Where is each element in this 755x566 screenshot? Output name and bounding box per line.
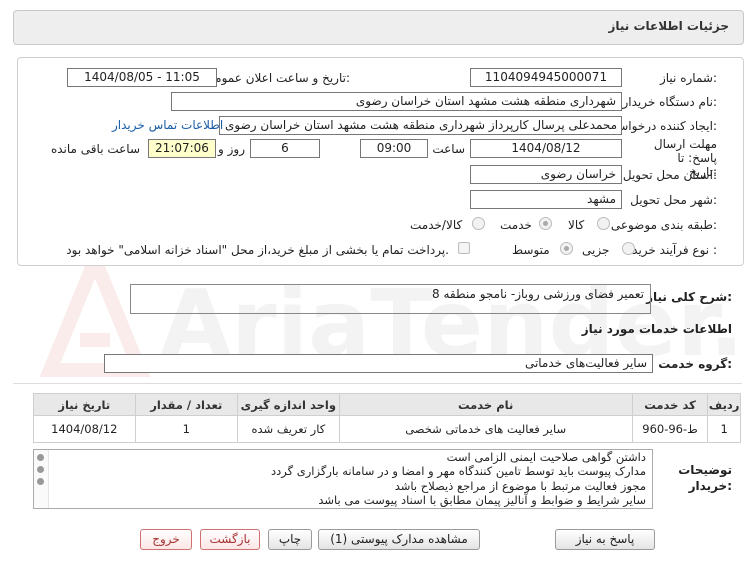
print-button[interactable]: چاپ [268, 529, 312, 550]
back-button[interactable]: بازگشت [200, 529, 260, 550]
city-label: شهر محل تحویل: [630, 193, 717, 207]
category-option-goods-radio[interactable] [597, 217, 610, 230]
note-line: مجوز فعالیت مرتبط با موضوع از مراجع ذیصل… [394, 479, 646, 493]
need-number-label: شماره نیاز: [659, 71, 717, 85]
process-option-medium-radio[interactable] [560, 242, 573, 255]
note-line: مدارک پیوست باید توسط تامین کنندگاه مهر … [271, 464, 646, 478]
deadline-time-field[interactable]: 09:00 [360, 139, 428, 158]
col-unit: واحد اندازه گیری [237, 393, 340, 416]
creator-label: ایجاد کننده درخواست: [606, 119, 717, 133]
note-line: سایر شرایط و ضوابط و آنالیز پیمان مطابق … [318, 493, 646, 507]
notes-scrollbar[interactable] [34, 450, 49, 508]
buyer-org-label: نام دستگاه خریدار: [622, 95, 718, 109]
need-details-panel [17, 57, 744, 266]
description-field[interactable]: تعمیر فضای ورزشی روباز- نامجو منطقه 8 [130, 284, 651, 314]
cell-need-date: 1404/08/12 [33, 415, 136, 443]
category-option-both-radio[interactable] [472, 217, 485, 230]
description-text: تعمیر فضای ورزشی روباز- نامجو منطقه 8 [432, 287, 644, 301]
announce-label: تاریخ و ساعت اعلان عمومی: [205, 71, 350, 85]
category-option-service-radio[interactable] [539, 217, 552, 230]
treasury-payment-note: پرداخت تمام یا بخشی از مبلغ خرید،از محل … [66, 243, 449, 257]
col-need-date: تاریخ نیاز [33, 393, 136, 416]
service-group-label: گروه خدمت: [658, 357, 732, 371]
exit-button[interactable]: خروج [140, 529, 192, 550]
treasury-payment-checkbox[interactable] [458, 242, 470, 254]
cell-service-name: سایر فعالیت های خدماتی شخصی [338, 415, 633, 443]
remaining-time-label: ساعت باقی مانده [50, 142, 140, 156]
need-number-field[interactable]: 1104094945000071 [470, 68, 622, 87]
col-row: ردیف [707, 393, 741, 416]
col-service-code: کد خدمت [631, 393, 709, 416]
cell-quantity: 1 [134, 415, 239, 443]
process-label: نوع فرآیند خرید : [632, 243, 717, 257]
buyer-notes-textarea[interactable]: داشتن گواهی صلاحیت ایمنی الزامی است مدار… [33, 449, 653, 509]
view-attachments-button[interactable]: مشاهده مدارک پیوستی (1) [318, 529, 480, 550]
province-field[interactable]: خراسان رضوی [470, 165, 622, 184]
category-option-service-label: خدمت [500, 218, 532, 232]
scroll-dot-icon [37, 478, 44, 485]
page-title: جزئیات اطلاعات نیاز [608, 19, 729, 33]
process-option-minor-radio[interactable] [622, 242, 635, 255]
deadline-time-label: ساعت [432, 142, 465, 156]
city-field[interactable]: مشهد [470, 190, 622, 209]
col-quantity: تعداد / مقدار [134, 393, 239, 416]
col-service-name: نام خدمت [338, 393, 633, 416]
section-divider [13, 383, 742, 384]
services-section-title: اطلاعات خدمات مورد نیاز [581, 322, 732, 336]
remaining-days-label: روز و [218, 142, 245, 156]
announce-datetime-field[interactable]: 1404/08/05 - 11:05 [67, 68, 217, 87]
scroll-dot-icon [37, 466, 44, 473]
table-header-row: ردیف کد خدمت نام خدمت واحد اندازه گیری ت… [33, 393, 741, 416]
page-header: جزئیات اطلاعات نیاز [13, 10, 744, 45]
cell-unit: کار تعریف شده [237, 415, 340, 443]
remaining-days-field[interactable]: 6 [250, 139, 320, 158]
scroll-dot-icon [37, 454, 44, 461]
buyer-contact-link[interactable]: اطلاعات تماس خریدار [112, 118, 223, 132]
reply-to-need-button[interactable]: پاسخ به نیاز [555, 529, 655, 550]
category-option-goods-label: کالا [568, 218, 585, 232]
note-line: داشتن گواهی صلاحیت ایمنی الزامی است [446, 450, 646, 464]
remaining-time-field[interactable]: 21:07:06 [148, 139, 216, 158]
table-row[interactable]: 1 ط-96-960 سایر فعالیت های خدماتی شخصی ک… [33, 415, 741, 443]
description-label: شرح کلی نیاز: [646, 290, 732, 304]
province-label: استان محل تحویل: [622, 168, 717, 182]
process-option-medium-label: متوسط [512, 243, 550, 257]
cell-row: 1 [707, 415, 741, 443]
cell-service-code: ط-96-960 [631, 415, 709, 443]
category-option-both-label: کالا/خدمت [410, 218, 463, 232]
buyer-notes-label: توضیحات خریدار: [678, 463, 732, 493]
buyer-org-field[interactable]: شهرداری منطقه هشت مشهد استان خراسان رضوی [171, 92, 622, 111]
process-option-minor-label: جزیی [582, 243, 610, 257]
deadline-date-field[interactable]: 1404/08/12 [470, 139, 622, 158]
service-group-field[interactable]: سایر فعالیت‌های خدماتی [104, 354, 653, 373]
creator-field[interactable]: محمدعلی پرسال کارپرداز شهرداری منطقه هشت… [219, 116, 622, 135]
category-label: طبقه بندی موضوعی: [610, 218, 717, 232]
services-table: ردیف کد خدمت نام خدمت واحد اندازه گیری ت… [33, 393, 741, 443]
